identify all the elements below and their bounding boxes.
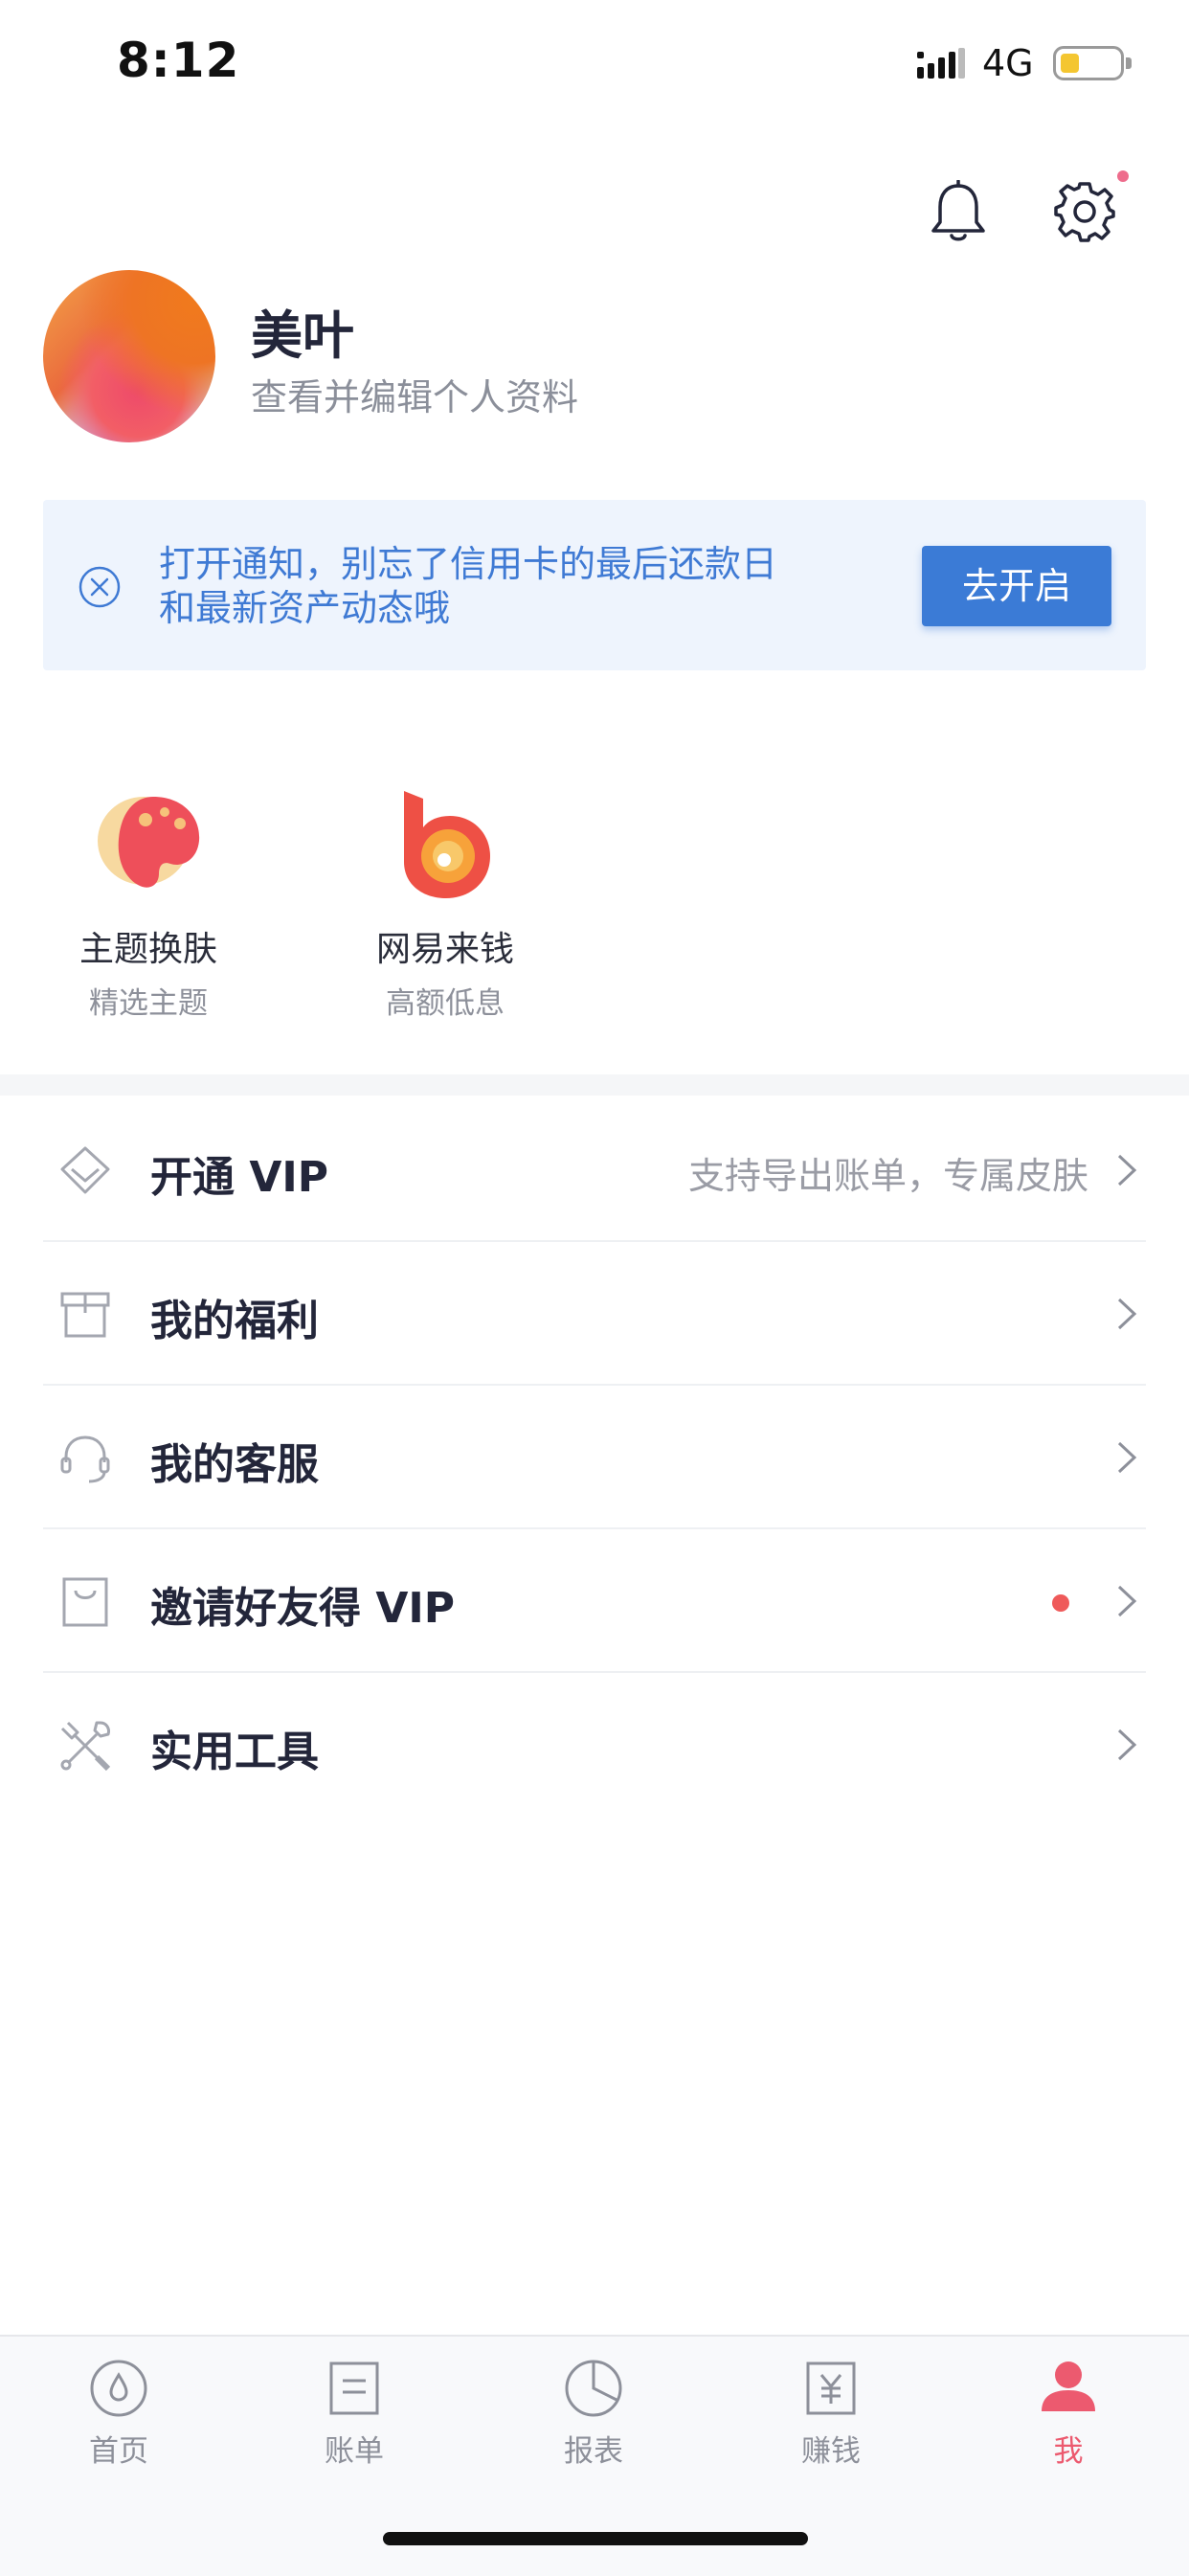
tab-home[interactable]: 首页 (42, 2358, 195, 2470)
loan-tile-title: 网易来钱 (375, 930, 514, 969)
menu-item-vip[interactable]: 开通 VIP 支持导出账单，专属皮肤 (43, 1096, 1146, 1242)
banner-message-line1: 打开通知，别忘了信用卡的最后还款日 (159, 543, 778, 585)
bill-icon (329, 2361, 379, 2415)
tab-bills[interactable]: 账单 (278, 2358, 431, 2470)
gift-box-icon (60, 1292, 110, 1338)
diamond-icon (60, 1146, 110, 1194)
palette-icon[interactable] (96, 791, 203, 894)
menu-item-label: 邀请好友得 VIP (150, 1584, 455, 1633)
person-icon (1042, 2361, 1095, 2411)
section-divider (0, 1074, 1189, 1096)
theme-tile-subtitle: 精选主题 (89, 986, 208, 1021)
tab-reports[interactable]: 报表 (517, 2358, 670, 2470)
shopping-bag-icon (62, 1577, 108, 1627)
home-indicator (383, 2532, 808, 2545)
avatar[interactable] (43, 270, 215, 442)
chevron-right-icon (1117, 1298, 1137, 1330)
new-badge-dot (1052, 1594, 1069, 1612)
chevron-right-icon (1117, 1154, 1137, 1186)
battery-tip (1126, 57, 1132, 69)
settings-notification-dot (1117, 170, 1129, 182)
tab-label: 首页 (89, 2434, 148, 2469)
menu-item-customer-service[interactable]: 我的客服 (43, 1384, 1146, 1529)
tab-me[interactable]: 我 (992, 2358, 1145, 2470)
chevron-right-icon (1117, 1441, 1137, 1474)
menu-item-label: 我的客服 (150, 1440, 319, 1489)
bell-icon[interactable] (929, 180, 988, 243)
battery-icon (1053, 46, 1124, 80)
menu-item-label: 实用工具 (150, 1728, 319, 1776)
theme-tile-title: 主题换肤 (79, 930, 217, 969)
menu-item-invite-friends[interactable]: 邀请好友得 VIP (43, 1527, 1146, 1673)
tab-label: 我 (1053, 2434, 1084, 2469)
menu-item-tools[interactable]: 实用工具 (43, 1671, 1146, 1815)
tab-earn[interactable]: 赚钱 (754, 2358, 908, 2470)
loan-logo-icon[interactable] (394, 789, 496, 900)
theme-tile[interactable]: 主题换肤 精选主题 (43, 921, 254, 1022)
menu-item-label: 我的福利 (150, 1297, 319, 1345)
loan-tile[interactable]: 网易来钱 高额低息 (340, 921, 550, 1022)
tab-label: 报表 (564, 2434, 623, 2469)
user-name[interactable]: 美叶 (251, 293, 354, 369)
edit-profile-link[interactable]: 查看并编辑个人资料 (251, 368, 578, 420)
pie-chart-icon (565, 2360, 622, 2417)
close-circle-icon[interactable] (78, 565, 122, 609)
chevron-right-icon (1117, 1729, 1137, 1761)
loan-tile-subtitle: 高额低息 (386, 986, 505, 1021)
home-drop-icon (90, 2360, 147, 2417)
banner-message-line2: 和最新资产动态哦 (159, 587, 451, 629)
headset-icon (60, 1435, 110, 1483)
settings-gear-icon[interactable] (1053, 180, 1116, 243)
tab-label: 账单 (325, 2434, 384, 2469)
menu-item-label: 开通 VIP (150, 1153, 328, 1202)
tools-icon (60, 1721, 111, 1772)
network-type: 4G (982, 42, 1034, 84)
banner-message: 打开通知，别忘了信用卡的最后还款日 和最新资产动态哦 (159, 542, 829, 630)
chevron-right-icon (1117, 1585, 1137, 1617)
status-time: 8:12 (117, 33, 240, 88)
vip-hint: 支持导出账单，专属皮肤 (687, 1155, 1088, 1197)
enable-notifications-button[interactable]: 去开启 (922, 546, 1111, 626)
signal-strength-icon (917, 48, 965, 79)
menu-item-benefits[interactable]: 我的福利 (43, 1240, 1146, 1386)
tab-label: 赚钱 (801, 2434, 861, 2469)
yuan-icon (806, 2361, 856, 2415)
